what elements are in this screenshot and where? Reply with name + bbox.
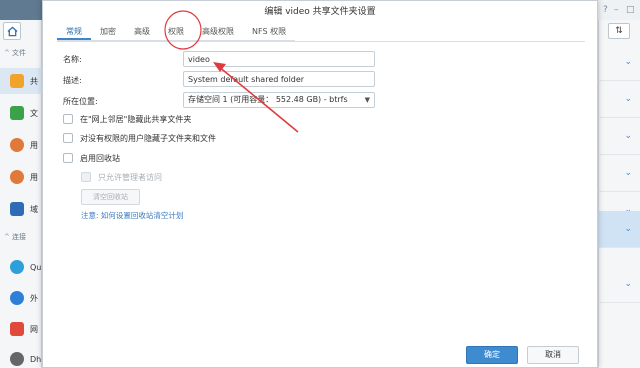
sidebar-item-dhcp[interactable]: Dh — [0, 346, 42, 368]
dhcp-icon — [10, 352, 24, 366]
enable-recycle-bin-option[interactable]: 启用回收站 — [63, 152, 120, 164]
note-label: 注意: — [81, 211, 99, 220]
sidebar-item-domain[interactable]: 域 — [0, 196, 42, 222]
ok-button[interactable]: 确定 — [466, 346, 518, 364]
sidebar-item-file-services[interactable]: 文 — [0, 100, 42, 126]
sidebar-item-user[interactable]: 用 — [0, 132, 42, 158]
location-value: 存储空间 1 (可用容量： 552.48 GB) - btrfs — [188, 95, 348, 104]
name-label: 名称: — [63, 55, 82, 64]
shared-folder-icon — [10, 74, 24, 88]
group-icon — [10, 170, 24, 184]
chevron-down-icon: ⌄ — [624, 168, 632, 178]
dialog-title: 编辑 video 共享文件夹设置 — [43, 1, 597, 23]
quickconnect-icon — [10, 260, 24, 274]
window-maximize-icon[interactable]: □ — [626, 5, 635, 15]
user-icon — [10, 138, 24, 152]
admin-only-option[interactable]: 只允许管理者访问 — [81, 171, 162, 183]
hide-in-network-option[interactable]: 在"网上邻居"隐藏此共享文件夹 — [63, 113, 191, 125]
chevron-up-icon: ^ — [4, 233, 10, 241]
recycle-note: 注意: 如何设置回收站清空计划 — [81, 210, 183, 221]
sidebar-item-quickconnect[interactable]: Qu — [0, 254, 42, 280]
list-item-selected[interactable]: ⌄ — [598, 211, 640, 248]
list-item[interactable]: ⌄ — [598, 118, 640, 155]
list-item[interactable]: ⌄ — [598, 81, 640, 118]
chevron-down-icon: ⌄ — [624, 94, 632, 104]
network-icon — [10, 322, 24, 336]
tab-bar: 常规 加密 高级 权限 高级权限 NFS 权限 — [57, 23, 296, 41]
background-topbar — [0, 0, 42, 20]
tab-permissions[interactable]: 权限 — [159, 23, 193, 40]
external-access-icon — [10, 291, 24, 305]
home-button[interactable] — [3, 22, 21, 40]
description-label: 描述: — [63, 76, 82, 85]
admin-only-checkbox[interactable] — [81, 172, 91, 182]
chevron-down-icon: ⌄ — [624, 57, 632, 67]
list-item[interactable]: ⌄ — [598, 266, 640, 303]
window-minimize-icon[interactable]: – — [614, 5, 619, 15]
location-label: 所在位置: — [63, 97, 98, 106]
hide-no-permission-option[interactable]: 对没有权限的用户隐藏子文件夹和文件 — [63, 132, 216, 144]
sort-icon: ⇅ — [615, 26, 623, 36]
home-icon — [6, 26, 18, 36]
description-input[interactable] — [183, 71, 375, 87]
edit-shared-folder-dialog: 编辑 video 共享文件夹设置 常规 加密 高级 权限 高级权限 NFS 权限… — [42, 0, 598, 368]
sidebar-item-group[interactable]: 用 — [0, 164, 42, 190]
dropdown-arrow-icon: ▼ — [364, 96, 370, 104]
recycle-schedule-link[interactable]: 如何设置回收站清空计划 — [101, 211, 184, 220]
hide-in-network-checkbox[interactable] — [63, 114, 73, 124]
list-item[interactable]: ⌄ — [598, 44, 640, 81]
chevron-down-icon: ⌄ — [624, 131, 632, 141]
name-input[interactable] — [183, 51, 375, 67]
tab-advanced[interactable]: 高级 — [125, 23, 159, 40]
sidebar-item-network[interactable]: 网 — [0, 316, 42, 342]
hide-in-network-label: 在"网上邻居"隐藏此共享文件夹 — [80, 114, 192, 124]
file-services-icon — [10, 106, 24, 120]
hide-no-permission-checkbox[interactable] — [63, 133, 73, 143]
tab-encryption[interactable]: 加密 — [91, 23, 125, 40]
tab-advanced-permissions[interactable]: 高级权限 — [193, 23, 243, 40]
empty-recycle-bin-button[interactable]: 清空回收站 — [81, 189, 140, 205]
tab-nfs-permissions[interactable]: NFS 权限 — [243, 23, 295, 40]
admin-only-label: 只允许管理者访问 — [98, 172, 162, 182]
tab-divider — [57, 41, 585, 42]
hide-no-permission-label: 对没有权限的用户隐藏子文件夹和文件 — [80, 133, 216, 143]
chevron-down-icon: ⌄ — [624, 224, 632, 234]
cancel-button[interactable]: 取消 — [527, 346, 579, 364]
enable-recycle-bin-label: 启用回收站 — [80, 153, 120, 163]
chevron-down-icon: ⌄ — [624, 279, 632, 289]
sidebar-item-external-access[interactable]: 外 — [0, 285, 42, 311]
chevron-up-icon: ^ — [4, 49, 10, 57]
enable-recycle-bin-checkbox[interactable] — [63, 153, 73, 163]
sort-button[interactable]: ⇅ — [608, 23, 630, 39]
tab-general[interactable]: 常规 — [57, 23, 91, 40]
location-select[interactable]: 存储空间 1 (可用容量： 552.48 GB) - btrfs ▼ — [183, 92, 375, 108]
window-pin-icon[interactable]: ? — [603, 5, 608, 15]
list-item[interactable]: ⌄ — [598, 155, 640, 192]
domain-icon — [10, 202, 24, 216]
sidebar-item-shared-folder[interactable]: 共 — [0, 68, 42, 94]
sidebar-group-connect[interactable]: ^ 连接 — [0, 230, 42, 244]
sidebar-group-file[interactable]: ^ 文件 — [0, 46, 42, 60]
